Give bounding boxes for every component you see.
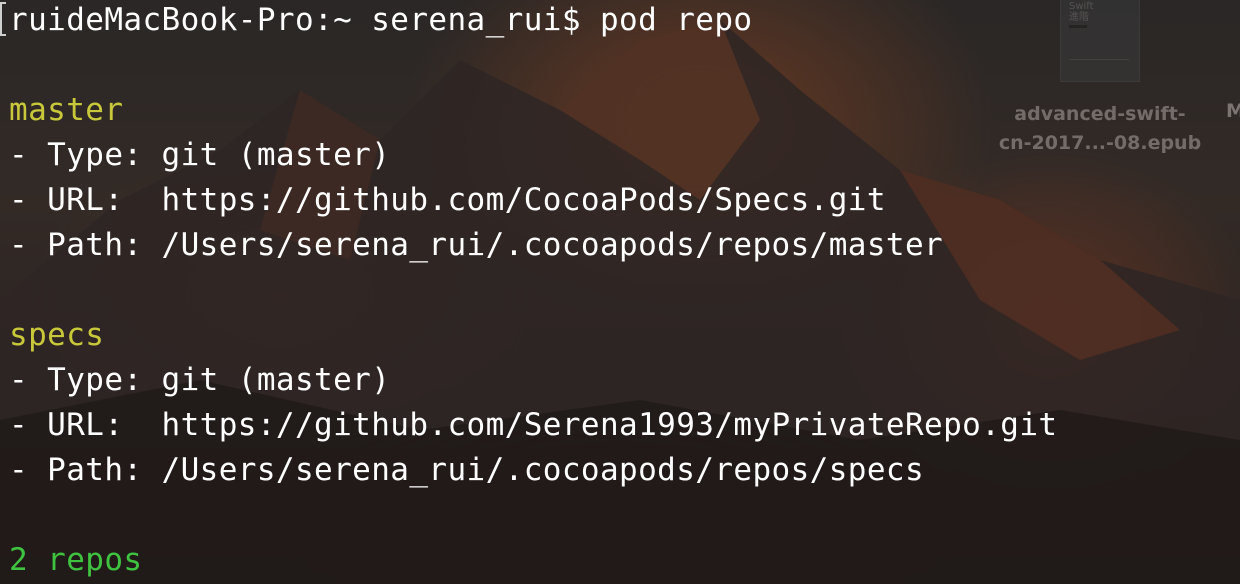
repo-name-specs: specs (9, 317, 105, 353)
cursor-marker (0, 2, 6, 36)
repo-count-summary: 2 repos (9, 542, 143, 578)
terminal-window[interactable]: ruideMacBook-Pro:~ serena_rui$ pod repo … (0, 0, 1240, 584)
repo-url-line: - URL: https://github.com/Serena1993/myP… (9, 407, 1058, 443)
repo-path-line: - Path: /Users/serena_rui/.cocoapods/rep… (9, 452, 925, 488)
repo-path-line: - Path: /Users/serena_rui/.cocoapods/rep… (9, 227, 944, 263)
repo-url-line: - URL: https://github.com/CocoaPods/Spec… (9, 182, 886, 218)
repo-name-master: master (9, 92, 124, 128)
repo-type-line: - Type: git (master) (9, 362, 391, 398)
repo-type-line: - Type: git (master) (9, 137, 391, 173)
command-prompt-line: ruideMacBook-Pro:~ serena_rui$ pod repo (9, 2, 753, 38)
